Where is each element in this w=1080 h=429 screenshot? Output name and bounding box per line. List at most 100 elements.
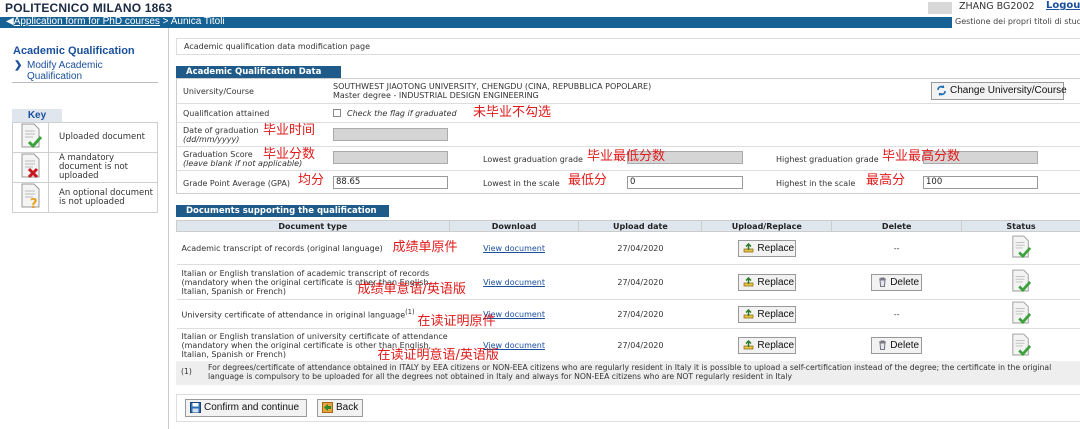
breadcrumb-link-application-form[interactable]: Application form for PhD courses	[14, 16, 160, 27]
table-row: Academic transcript of records (original…	[176, 231, 1080, 265]
key-label: Uploaded document	[48, 122, 158, 153]
upload-date: 27/04/2020	[578, 231, 702, 265]
action-bar: Confirm and continue Back	[176, 394, 1080, 422]
back-label: Back	[336, 402, 359, 413]
change-university-button[interactable]: Change University/Course	[931, 82, 1067, 100]
column-header: Download	[448, 220, 580, 232]
breadcrumb-current: Aunica Titoli	[170, 16, 225, 27]
delete-label: Delete	[890, 276, 920, 288]
upload-date: 27/04/2020	[578, 264, 702, 300]
upload-date: 27/04/2020	[578, 328, 702, 363]
view-document-link[interactable]: View document	[483, 278, 545, 287]
column-header: Status	[961, 220, 1080, 232]
replace-label: Replace	[757, 340, 795, 351]
graduated-checkbox[interactable]	[333, 109, 341, 117]
uploaded-document-icon	[1012, 269, 1032, 293]
key-legend: Uploaded document A mandatory document i…	[12, 122, 158, 213]
graduation-date-input[interactable]	[333, 128, 448, 141]
upload-date: 27/04/2020	[578, 299, 702, 329]
upload-icon	[744, 308, 754, 319]
section-tab-qualification-data: Academic Qualification Data	[176, 66, 341, 78]
view-document-link[interactable]: View document	[483, 244, 545, 253]
university-label: University/Course	[183, 87, 254, 96]
sidebar-title: Academic Qualification	[13, 45, 135, 57]
logout-link[interactable]: Logout	[1046, 0, 1080, 11]
trash-icon	[879, 340, 887, 351]
page-title: Academic qualification data modification…	[176, 38, 1080, 55]
documents-table: Document type Download Upload date Uploa…	[176, 220, 1080, 363]
table-row: University certificate of attendance in …	[176, 299, 1080, 329]
upload-icon	[744, 340, 754, 350]
key-label: An optional document is not uploaded	[48, 182, 158, 213]
mandatory-missing-icon	[21, 153, 39, 179]
annotation-gpa: 均分	[298, 173, 325, 188]
gpa-input[interactable]: 88.65	[333, 176, 448, 189]
graduation-date-format: (dd/mm/yyyy)	[183, 135, 240, 144]
confirm-continue-button[interactable]: Confirm and continue	[185, 399, 307, 417]
delete-button[interactable]: Delete	[871, 337, 923, 354]
column-header: Document type	[176, 220, 450, 232]
delete-button[interactable]: Delete	[871, 273, 923, 291]
username-label: ZHANG BG2002	[959, 1, 1035, 12]
annotation-doc1: 成绩单原件	[392, 240, 458, 255]
lowest-grade-label: Lowest graduation grade	[483, 155, 583, 164]
section-tab-documents: Documents supporting the qualification	[176, 205, 389, 217]
replace-button[interactable]: Replace	[737, 305, 796, 323]
graduation-score-label: Graduation Score	[183, 150, 253, 159]
main-content: Academic qualification data modification…	[168, 28, 1080, 429]
breadcrumb-bar: ◀Application form for PhD courses > Auni…	[0, 16, 1080, 28]
highest-scale-input[interactable]: 100	[923, 176, 1038, 189]
replace-label: Replace	[757, 242, 795, 254]
app-subtitle: Gestione dei propri titoli di studio	[955, 17, 1080, 26]
annotation-doc3: 在读证明原件	[417, 314, 496, 329]
uploaded-document-icon	[1012, 333, 1032, 356]
replace-button[interactable]: Replace	[737, 239, 796, 257]
column-header: Delete	[831, 220, 963, 232]
annotation-doc2: 成绩单意语/英语版	[357, 282, 466, 297]
annotation-highest-scale: 最高分	[866, 173, 906, 188]
annotation-grad-score: 毕业分数	[263, 147, 316, 162]
uploaded-document-icon	[1012, 235, 1032, 259]
qualification-label: Qualification attained	[183, 109, 270, 118]
key-label: A mandatory document is not uploaded	[48, 152, 158, 183]
annotation-highest-grade: 毕业最高分数	[882, 149, 961, 164]
save-icon	[190, 401, 201, 413]
course-name: Master degree - INDUSTRIAL DESIGN ENGINE…	[333, 91, 539, 100]
footnote-text: For degrees/certificate of attendance ob…	[208, 363, 1052, 381]
upload-icon	[744, 276, 754, 287]
lowest-scale-input[interactable]: 0	[627, 176, 743, 189]
table-row: Italian or English translation of academ…	[176, 264, 1080, 300]
svg-text:?: ?	[30, 197, 38, 209]
breadcrumb: ◀Application form for PhD courses > Auni…	[6, 16, 225, 27]
delete-label: Delete	[890, 340, 920, 351]
optional-missing-icon: ?	[21, 183, 39, 209]
footnote-number: (1)	[181, 367, 192, 376]
annotation-lowest-grade: 毕业最低分数	[587, 149, 666, 164]
replace-button[interactable]: Replace	[737, 337, 796, 354]
top-header: POLITECNICO MILANO 1863 ZHANG BG2002 Log…	[0, 0, 1080, 17]
confirm-label: Confirm and continue	[204, 402, 300, 413]
sidebar-item-modify-qualification[interactable]: ❯ Modify Academic Qualification	[14, 60, 137, 82]
column-header: Upload/Replace	[701, 220, 833, 232]
back-arrow-icon: ◀	[6, 16, 14, 27]
annotation-grad-date: 毕业时间	[263, 123, 316, 138]
back-button[interactable]: Back	[317, 399, 363, 417]
delete-placeholder: --	[831, 231, 962, 265]
graduation-score-input[interactable]	[333, 151, 448, 164]
annotation-lowest-scale: 最低分	[568, 173, 608, 188]
university-name: SOUTHWEST JIAOTONG UNIVERSITY, CHENGDU (…	[333, 82, 652, 91]
graduated-checkbox-label: Check the flag if graduated	[347, 109, 457, 118]
replace-label: Replace	[757, 308, 795, 320]
column-header: Upload date	[578, 220, 703, 232]
replace-label: Replace	[757, 276, 795, 288]
annotation-not-graduated: 未毕业不勾选	[473, 105, 552, 120]
upload-icon	[744, 242, 754, 253]
trash-icon	[879, 277, 887, 287]
sidebar-item-label: Modify Academic Qualification	[27, 60, 103, 82]
lowest-scale-label: Lowest in the scale	[483, 179, 560, 188]
footnote: (1) For degrees/certificate of attendanc…	[176, 361, 1080, 385]
document-type: University certificate of attendance in …	[181, 310, 406, 320]
replace-button[interactable]: Replace	[737, 273, 796, 291]
graduation-date-label: Date of graduation	[183, 126, 259, 135]
change-university-label: Change University/Course	[950, 85, 1067, 96]
